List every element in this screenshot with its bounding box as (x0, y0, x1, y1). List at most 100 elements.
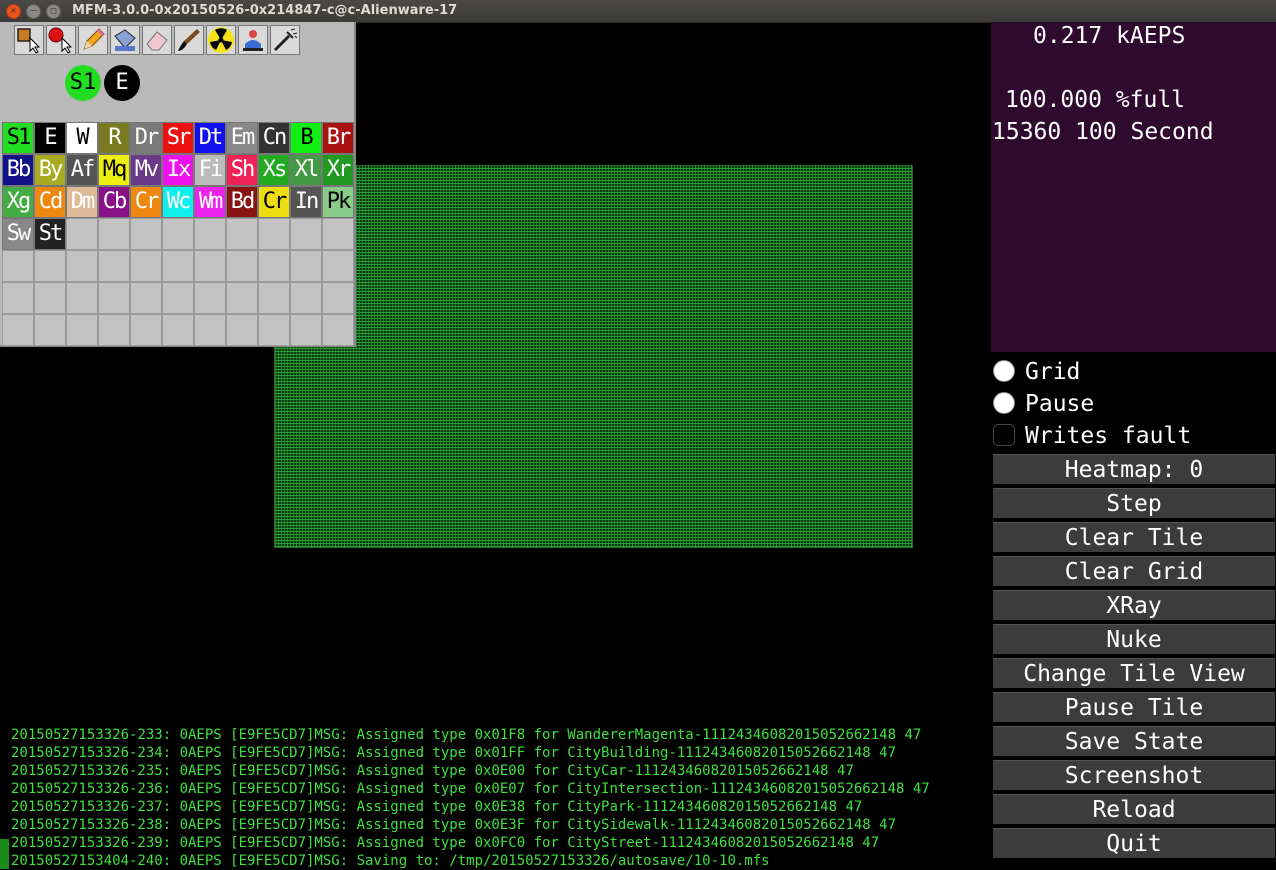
palette-empty-slot[interactable] (162, 250, 194, 282)
palette-empty-slot[interactable] (130, 282, 162, 314)
palette-element-dr[interactable]: Dr (130, 122, 162, 154)
palette-element-bb[interactable]: Bb (2, 154, 34, 186)
palette-empty-slot[interactable] (66, 282, 98, 314)
xray-tool-button[interactable] (238, 25, 268, 55)
nuke-button[interactable]: Nuke (993, 624, 1275, 654)
palette-element-xr[interactable]: Xr (322, 154, 354, 186)
palette-empty-slot[interactable] (98, 282, 130, 314)
step-button[interactable]: Step (993, 488, 1275, 518)
selected-right-element[interactable]: E (104, 65, 140, 101)
palette-element-xs[interactable]: Xs (258, 154, 290, 186)
palette-empty-slot[interactable] (258, 282, 290, 314)
palette-empty-slot[interactable] (66, 250, 98, 282)
clear-tile-button[interactable]: Clear Tile (993, 522, 1275, 552)
palette-empty-slot[interactable] (322, 250, 354, 282)
maximize-window-button[interactable]: □ (46, 4, 61, 19)
palette-empty-slot[interactable] (2, 282, 34, 314)
pause-checkbox[interactable]: Pause (991, 389, 1276, 419)
reload-button[interactable]: Reload (993, 794, 1275, 824)
palette-element-cn[interactable]: Cn (258, 122, 290, 154)
palette-element-dm[interactable]: Dm (66, 186, 98, 218)
palette-empty-slot[interactable] (34, 282, 66, 314)
palette-element-w[interactable]: W (66, 122, 98, 154)
simulation-grid[interactable] (274, 165, 913, 548)
xray-button[interactable]: XRay (993, 590, 1275, 620)
palette-element-em[interactable]: Em (226, 122, 258, 154)
palette-empty-slot[interactable] (130, 218, 162, 250)
palette-empty-slot[interactable] (162, 282, 194, 314)
palette-empty-slot[interactable] (162, 218, 194, 250)
palette-empty-slot[interactable] (290, 282, 322, 314)
palette-element-sh[interactable]: Sh (226, 154, 258, 186)
palette-empty-slot[interactable] (322, 282, 354, 314)
nuke-tool-button[interactable] (206, 25, 236, 55)
palette-element-pk[interactable]: Pk (322, 186, 354, 218)
palette-element-s1[interactable]: S1 (2, 122, 34, 154)
palette-element-mv[interactable]: Mv (130, 154, 162, 186)
close-window-button[interactable]: × (6, 4, 21, 19)
brush-tool-button[interactable] (174, 25, 204, 55)
palette-empty-slot[interactable] (322, 314, 354, 346)
heatmap-button[interactable]: Heatmap: 0 (993, 454, 1275, 484)
palette-element-by[interactable]: By (34, 154, 66, 186)
palette-element-dt[interactable]: Dt (194, 122, 226, 154)
palette-empty-slot[interactable] (194, 314, 226, 346)
palette-element-ix[interactable]: Ix (162, 154, 194, 186)
palette-empty-slot[interactable] (226, 314, 258, 346)
palette-element-af[interactable]: Af (66, 154, 98, 186)
palette-empty-slot[interactable] (226, 282, 258, 314)
palette-empty-slot[interactable] (290, 314, 322, 346)
airbrush-tool-button[interactable] (270, 25, 300, 55)
writes-fault-checkbox-indicator[interactable] (993, 424, 1015, 446)
palette-element-xl[interactable]: Xl (290, 154, 322, 186)
palette-element-mq[interactable]: Mq (98, 154, 130, 186)
palette-element-cr[interactable]: Cr (130, 186, 162, 218)
palette-empty-slot[interactable] (66, 218, 98, 250)
writes-fault-checkbox[interactable]: Writes fault (991, 421, 1276, 451)
palette-empty-slot[interactable] (258, 250, 290, 282)
palette-element-st[interactable]: St (34, 218, 66, 250)
palette-empty-slot[interactable] (194, 282, 226, 314)
palette-element-sr[interactable]: Sr (162, 122, 194, 154)
palette-empty-slot[interactable] (226, 250, 258, 282)
palette-empty-slot[interactable] (130, 250, 162, 282)
change-tile-view-button[interactable]: Change Tile View (993, 658, 1275, 688)
palette-element-b[interactable]: B (290, 122, 322, 154)
palette-element-fi[interactable]: Fi (194, 154, 226, 186)
grid-checkbox[interactable]: Grid (991, 357, 1276, 387)
palette-element-wm[interactable]: Wm (194, 186, 226, 218)
palette-empty-slot[interactable] (130, 314, 162, 346)
palette-element-sw[interactable]: Sw (2, 218, 34, 250)
minimize-window-button[interactable]: – (26, 4, 41, 19)
palette-empty-slot[interactable] (34, 250, 66, 282)
selector-tool-button[interactable] (14, 25, 44, 55)
palette-empty-slot[interactable] (98, 314, 130, 346)
eraser-tool-button[interactable] (142, 25, 172, 55)
palette-element-r[interactable]: R (98, 122, 130, 154)
palette-empty-slot[interactable] (98, 250, 130, 282)
palette-element-in[interactable]: In (290, 186, 322, 218)
palette-empty-slot[interactable] (162, 314, 194, 346)
selected-left-element[interactable]: S1 (65, 65, 101, 101)
palette-empty-slot[interactable] (194, 218, 226, 250)
palette-empty-slot[interactable] (2, 250, 34, 282)
palette-empty-slot[interactable] (2, 314, 34, 346)
log-scrollbar[interactable] (0, 839, 9, 869)
palette-empty-slot[interactable] (322, 218, 354, 250)
palette-empty-slot[interactable] (258, 314, 290, 346)
pause-tile-button[interactable]: Pause Tile (993, 692, 1275, 722)
pause-checkbox-indicator[interactable] (993, 392, 1015, 414)
palette-empty-slot[interactable] (194, 250, 226, 282)
grid-checkbox-indicator[interactable] (993, 360, 1015, 382)
palette-element-br[interactable]: Br (322, 122, 354, 154)
bucket-tool-button[interactable] (110, 25, 140, 55)
palette-element-cb[interactable]: Cb (98, 186, 130, 218)
palette-element-cr[interactable]: Cr (258, 186, 290, 218)
atom-selector-tool-button[interactable] (46, 25, 76, 55)
quit-button[interactable]: Quit (993, 828, 1275, 858)
palette-element-cd[interactable]: Cd (34, 186, 66, 218)
palette-empty-slot[interactable] (226, 218, 258, 250)
palette-element-e[interactable]: E (34, 122, 66, 154)
palette-empty-slot[interactable] (290, 218, 322, 250)
palette-empty-slot[interactable] (290, 250, 322, 282)
